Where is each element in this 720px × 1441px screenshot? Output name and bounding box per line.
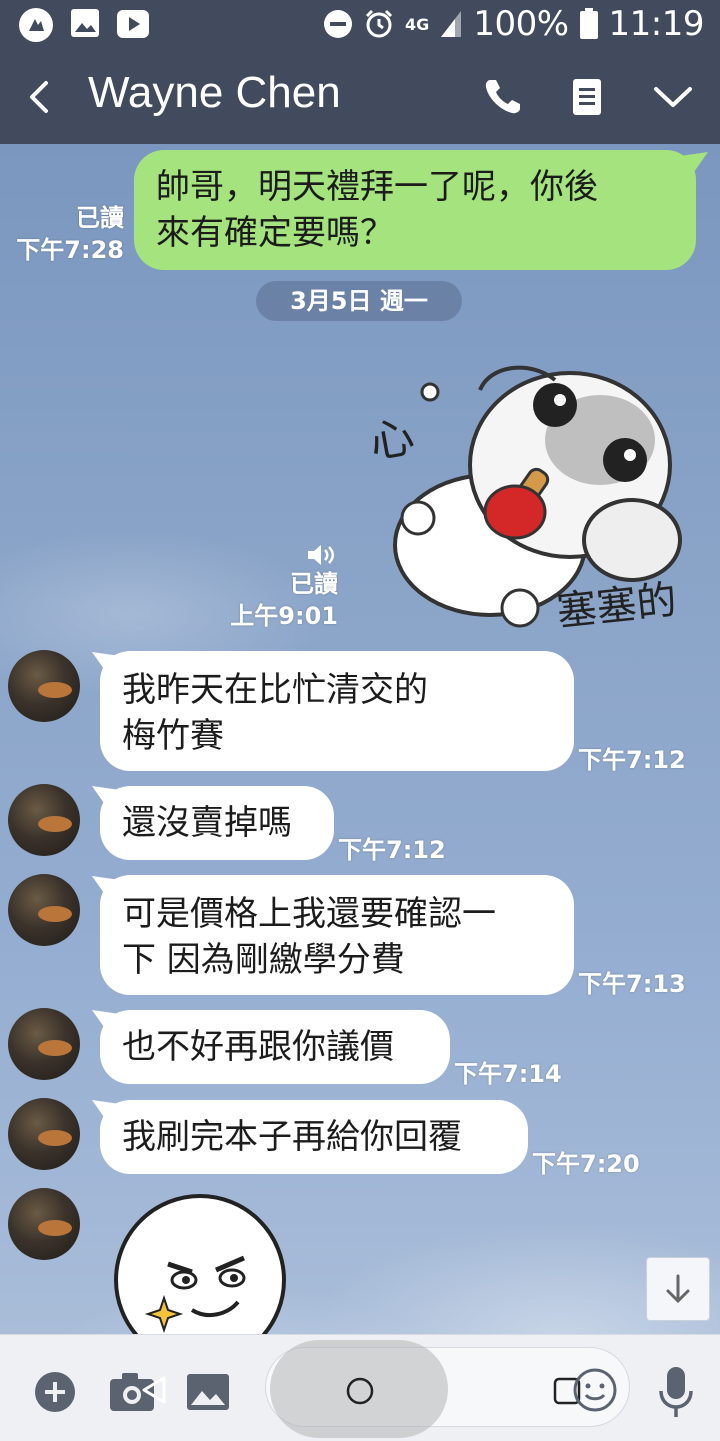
sticker-caption-right: 塞塞的 bbox=[555, 577, 679, 635]
contact-avatar[interactable] bbox=[8, 1188, 80, 1260]
back-icon[interactable] bbox=[14, 72, 64, 122]
date-divider: 3月5日 週一 bbox=[256, 281, 462, 321]
contact-name[interactable]: Wayne Chen bbox=[88, 68, 341, 118]
contact-avatar[interactable] bbox=[8, 874, 80, 946]
message-time: 下午7:13 bbox=[578, 970, 686, 998]
battery-percent: 100% bbox=[473, 4, 569, 44]
message-line: 下 因為剛繳學分費 bbox=[122, 940, 405, 980]
message-time: 下午7:12 bbox=[578, 746, 686, 774]
contact-avatar[interactable] bbox=[8, 650, 80, 722]
face-sticker[interactable] bbox=[112, 1194, 288, 1334]
message-time: 下午7:20 bbox=[532, 1150, 640, 1178]
message-line: 也不好再跟你議價 bbox=[122, 1027, 394, 1067]
incoming-message-bubble[interactable]: 我刷完本子再給你回覆 bbox=[100, 1100, 528, 1174]
message-line: 我昨天在比忙清交的 bbox=[122, 670, 428, 710]
system-home-icon[interactable] bbox=[345, 1376, 375, 1406]
message-time: 上午9:01 bbox=[230, 602, 338, 630]
do-not-disturb-icon bbox=[324, 10, 353, 38]
message-time: 下午7:28 bbox=[16, 236, 124, 264]
app-notification-icon bbox=[19, 8, 53, 42]
chat-header: Wayne Chen bbox=[0, 48, 720, 144]
incoming-message-bubble[interactable]: 我昨天在比忙清交的 梅竹賽 bbox=[100, 651, 574, 771]
incoming-message-bubble[interactable]: 可是價格上我還要確認一 下 因為剛繳學分費 bbox=[100, 875, 574, 995]
message-time: 下午7:12 bbox=[338, 836, 446, 864]
message-input-bar bbox=[0, 1334, 720, 1441]
phone-icon[interactable] bbox=[478, 72, 528, 122]
microphone-icon[interactable] bbox=[656, 1365, 696, 1419]
chevron-down-icon[interactable] bbox=[648, 72, 698, 122]
image-icon[interactable] bbox=[186, 1373, 230, 1411]
notes-icon[interactable] bbox=[562, 72, 612, 122]
contact-avatar[interactable] bbox=[8, 1098, 80, 1170]
message-time: 下午7:14 bbox=[454, 1060, 562, 1088]
plus-icon[interactable] bbox=[34, 1371, 76, 1413]
message-line: 帥哥，明天禮拜一了呢，你後 bbox=[156, 167, 598, 207]
signal-icon bbox=[441, 11, 462, 37]
status-bar: 4G 100% 11:19 bbox=[0, 0, 720, 48]
sound-icon[interactable] bbox=[306, 543, 336, 567]
dog-sticker[interactable]: 心 塞塞的 bbox=[370, 350, 690, 640]
alarm-icon bbox=[365, 9, 393, 38]
incoming-message-bubble[interactable]: 也不好再跟你議價 bbox=[100, 1010, 450, 1084]
contact-avatar[interactable] bbox=[8, 784, 80, 856]
contact-avatar[interactable] bbox=[8, 1008, 80, 1080]
sticker-caption-left: 心 bbox=[370, 411, 418, 469]
read-receipt: 已讀 bbox=[76, 204, 124, 232]
read-receipt: 已讀 bbox=[290, 570, 338, 598]
arrow-down-icon bbox=[666, 1274, 690, 1304]
clock: 11:19 bbox=[608, 4, 705, 44]
gallery-notification-icon bbox=[71, 9, 99, 37]
incoming-message-bubble[interactable]: 還沒賣掉嗎 bbox=[100, 786, 334, 860]
battery-icon bbox=[579, 8, 598, 39]
system-back-icon[interactable] bbox=[140, 1375, 170, 1405]
emoji-icon[interactable] bbox=[572, 1367, 618, 1413]
outgoing-message-bubble[interactable]: 帥哥，明天禮拜一了呢，你後 來有確定要嗎？ bbox=[134, 150, 696, 270]
youtube-notification-icon bbox=[117, 10, 149, 38]
message-line: 梅竹賽 bbox=[122, 716, 224, 756]
scroll-to-bottom-button[interactable] bbox=[646, 1257, 710, 1321]
message-line: 可是價格上我還要確認一 bbox=[122, 894, 496, 934]
message-line: 來有確定要嗎？ bbox=[156, 213, 394, 253]
message-line: 還沒賣掉嗎 bbox=[122, 803, 292, 843]
message-line: 我刷完本子再給你回覆 bbox=[122, 1117, 462, 1157]
network-type-label: 4G bbox=[405, 14, 430, 34]
